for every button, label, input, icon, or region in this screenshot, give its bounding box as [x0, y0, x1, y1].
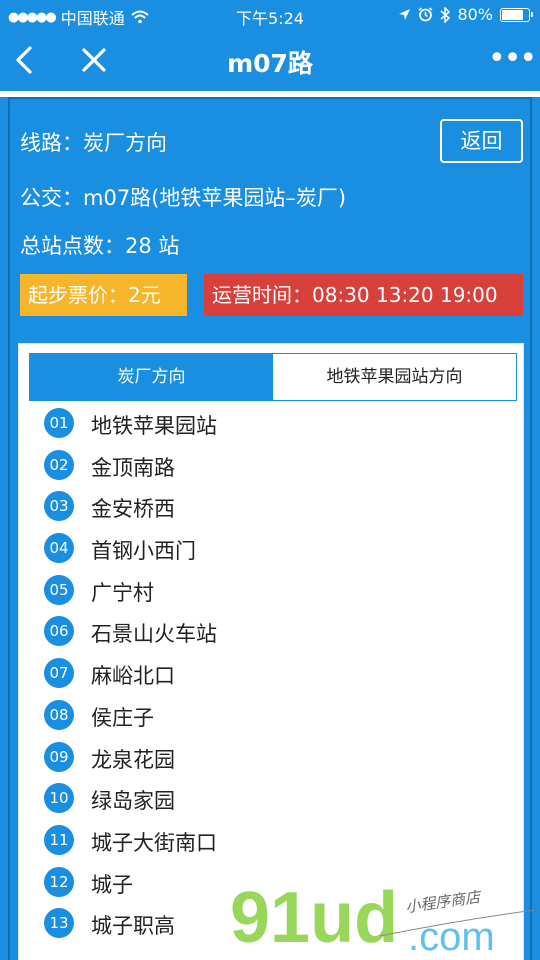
page-title: m07路	[227, 49, 313, 78]
stop-number-badge: 10	[44, 783, 74, 814]
location-arrow-icon	[399, 9, 411, 20]
stop-name: 首钢小西门	[91, 539, 196, 564]
route-direction: 线路：炭厂方向	[20, 131, 167, 155]
stop-number-badge: 06	[44, 616, 74, 647]
operating-hours-badge: 运营时间：08:30 13:20 19:00	[204, 274, 523, 316]
stop-name: 金顶南路	[91, 455, 175, 480]
battery-fill	[502, 9, 523, 20]
stop-item[interactable]: 10 绿岛家园	[29, 777, 517, 819]
stop-item[interactable]: 08 侯庄子	[29, 694, 517, 736]
stop-name: 地铁苹果园站	[91, 414, 217, 438]
stop-number-badge: 03	[44, 491, 74, 522]
stop-name: 城子大街南口	[91, 830, 217, 855]
stop-item[interactable]: 06 石景山火车站	[29, 610, 517, 652]
more-options-icon[interactable]: •••	[488, 44, 537, 74]
status-right: 80%	[398, 5, 533, 24]
stop-number-badge: 04	[44, 533, 74, 564]
stop-item[interactable]: 12 城子	[29, 861, 517, 903]
battery-icon	[500, 7, 533, 22]
stop-number-badge: 02	[44, 449, 74, 480]
stop-name: 侯庄子	[91, 705, 154, 730]
stop-name: 金安桥西	[91, 497, 175, 522]
stop-name: 绿岛家园	[91, 789, 175, 814]
stop-list: 01 地铁苹果园站 02 金顶南路 03 金安桥西 04 首钢小西门 05 广宁村 06 石景山火车站…	[29, 402, 517, 944]
stop-item[interactable]: 13 城子职高	[29, 902, 517, 944]
stop-name: 城子	[91, 872, 133, 897]
stop-name: 城子职高	[91, 914, 175, 939]
stop-number-badge: 09	[44, 741, 74, 772]
stop-number-badge: 01	[44, 408, 74, 438]
tab-tanchang-direction[interactable]: 炭厂方向	[30, 354, 273, 400]
return-button[interactable]: 返回	[440, 119, 523, 163]
stop-item[interactable]: 05 广宁村	[29, 569, 517, 611]
stop-item[interactable]: 11 城子大街南口	[29, 819, 517, 861]
stop-number-badge: 12	[44, 866, 74, 897]
stop-item[interactable]: 02 金顶南路	[29, 444, 517, 486]
stop-number-badge: 08	[44, 699, 74, 730]
stops-panel: 炭厂方向 地铁苹果园站方向 01 地铁苹果园站 02 金顶南路 03 金安桥西 04 首钢小西…	[18, 343, 524, 960]
stop-item[interactable]: 07 麻峪北口	[29, 652, 517, 694]
total-stops-info: 总站点数：28 站	[20, 234, 180, 258]
stop-item[interactable]: 01 地铁苹果园站	[29, 402, 517, 444]
bluetooth-icon	[440, 6, 451, 23]
alarm-icon	[418, 7, 433, 22]
direction-tabs: 炭厂方向 地铁苹果园站方向	[29, 353, 517, 401]
stop-item[interactable]: 04 首钢小西门	[29, 527, 517, 569]
stop-name: 麻峪北口	[91, 664, 175, 689]
nav-bar: m07路 •••	[0, 30, 540, 90]
route-card: 线路：炭厂方向 返回 公交：m07路(地铁苹果园站–炭厂) 总站点数：28 站 …	[8, 97, 532, 960]
stop-number-badge: 05	[44, 574, 74, 605]
stop-number-badge: 07	[44, 658, 74, 689]
stop-name: 广宁村	[91, 580, 154, 605]
stop-name: 龙泉花园	[91, 747, 175, 772]
stop-item[interactable]: 03 金安桥西	[29, 485, 517, 527]
stop-item[interactable]: 09 龙泉花园	[29, 736, 517, 778]
stop-number-badge: 11	[44, 824, 74, 855]
fare-badge: 起步票价：2元	[20, 274, 187, 316]
status-bar: ●●●●● 中国联通 下午5:24 80%	[0, 0, 540, 30]
stop-name: 石景山火车站	[91, 622, 217, 647]
bus-line-info: 公交：m07路(地铁苹果园站–炭厂)	[20, 186, 347, 210]
stop-number-badge: 13	[44, 908, 74, 939]
tab-pingguoyuan-direction[interactable]: 地铁苹果园站方向	[273, 354, 516, 400]
battery-percent: 80%	[457, 5, 493, 24]
